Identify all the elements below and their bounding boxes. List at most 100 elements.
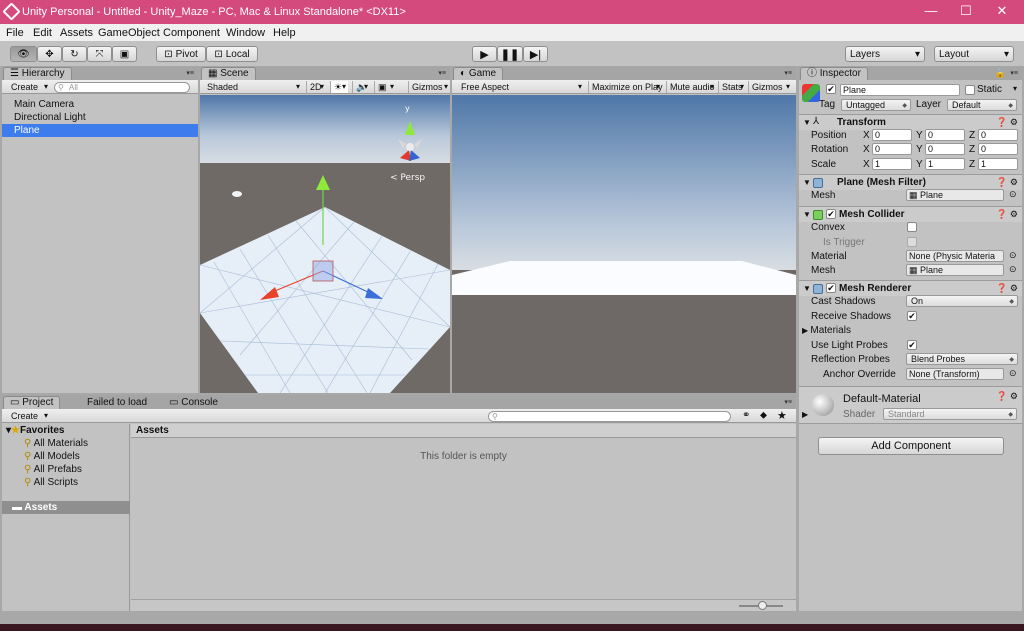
stats-toggle[interactable]: Stats: [718, 81, 746, 93]
scale-z-field[interactable]: 1: [978, 158, 1018, 170]
panel-menu-icon[interactable]: ▾≡: [782, 69, 792, 77]
cast-shadows-dropdown[interactable]: On: [906, 295, 1018, 307]
favorite-star-icon[interactable]: ★: [777, 409, 787, 422]
menu-edit[interactable]: Edit: [33, 27, 52, 39]
reflection-probes-dropdown[interactable]: Blend Probes: [906, 353, 1018, 365]
panel-menu-icon[interactable]: ▾≡: [184, 69, 194, 77]
maximize-on-play-toggle[interactable]: Maximize on Play: [588, 81, 663, 93]
chevron-right-icon[interactable]: ▶: [802, 410, 808, 419]
favorites-folder[interactable]: ▾★Favorites: [2, 424, 64, 437]
object-picker-icon[interactable]: ⊙: [1009, 189, 1017, 200]
favorite-all-prefabs[interactable]: ⚲ All Prefabs: [2, 463, 82, 476]
menu-assets[interactable]: Assets: [60, 27, 93, 39]
rotation-y-field[interactable]: 0: [925, 143, 965, 155]
scale-y-field[interactable]: 1: [925, 158, 965, 170]
static-dropdown-icon[interactable]: ▾: [1013, 84, 1017, 93]
create-dropdown[interactable]: Create: [8, 81, 50, 93]
scale-tool-button[interactable]: ⤧: [87, 46, 112, 62]
object-picker-icon[interactable]: ⊙: [1009, 264, 1017, 275]
transform-header[interactable]: ▼ ⅄ Transform ❓ ⚙: [799, 114, 1022, 130]
tab-failed-to-load[interactable]: Failed to load: [80, 396, 154, 409]
panel-menu-icon[interactable]: ▾≡: [1008, 69, 1018, 77]
tab-inspector[interactable]: ⓘ Inspector: [800, 67, 868, 80]
rect-tool-button[interactable]: ▣: [112, 46, 137, 62]
mesh-filter-mesh-field[interactable]: ▦ Plane: [906, 189, 1004, 201]
filter-type-icon[interactable]: ⚭: [742, 410, 750, 421]
collider-material-field[interactable]: None (Physic Materia: [906, 250, 1004, 262]
aspect-dropdown[interactable]: Free Aspect: [458, 81, 584, 93]
project-create-dropdown[interactable]: Create: [8, 410, 50, 422]
2d-toggle[interactable]: 2D: [306, 81, 326, 93]
receive-shadows-checkbox[interactable]: ✔: [907, 311, 917, 321]
light-probes-checkbox[interactable]: ✔: [907, 340, 917, 350]
hierarchy-item-directional-light[interactable]: Directional Light: [2, 111, 198, 124]
collider-mesh-field[interactable]: ▦ Plane: [906, 264, 1004, 276]
mesh-collider-header[interactable]: ▼ ✔ Mesh Collider ❓ ⚙: [799, 206, 1022, 222]
scale-x-field[interactable]: 1: [872, 158, 912, 170]
object-name-field[interactable]: Plane: [840, 84, 960, 96]
move-tool-button[interactable]: ✥: [37, 46, 62, 62]
rotation-z-field[interactable]: 0: [978, 143, 1018, 155]
maximize-button[interactable]: ☐: [951, 2, 981, 20]
menu-window[interactable]: Window: [226, 27, 265, 39]
hierarchy-search-input[interactable]: ⚲ All: [54, 82, 190, 93]
hand-tool-button[interactable]: 👁: [10, 46, 37, 62]
material-section[interactable]: ▶ Default-Material Shader Standard ❓ ⚙: [799, 386, 1022, 424]
convex-checkbox[interactable]: [907, 222, 917, 232]
object-picker-icon[interactable]: ⊙: [1009, 250, 1017, 261]
tab-game[interactable]: ◐ Game: [453, 67, 504, 80]
hierarchy-item-plane[interactable]: Plane: [2, 124, 198, 137]
layout-dropdown[interactable]: Layout ▾: [934, 46, 1014, 62]
close-button[interactable]: ✕: [987, 2, 1017, 20]
scene-viewport[interactable]: y < Persp: [200, 95, 450, 393]
component-settings-icons[interactable]: ❓ ⚙: [996, 209, 1018, 220]
tab-console[interactable]: ▭ Console: [162, 396, 225, 409]
object-picker-icon[interactable]: ⊙: [1009, 368, 1017, 379]
static-checkbox[interactable]: [965, 85, 975, 95]
menu-component[interactable]: Component: [163, 27, 220, 39]
shader-dropdown[interactable]: Standard: [883, 408, 1017, 420]
game-viewport[interactable]: [452, 95, 796, 393]
tag-dropdown[interactable]: Untagged: [841, 99, 911, 111]
rotate-tool-button[interactable]: ↻: [62, 46, 87, 62]
component-settings-icons[interactable]: ❓ ⚙: [996, 391, 1018, 402]
mesh-renderer-header[interactable]: ▼ ✔ Mesh Renderer ❓ ⚙: [799, 280, 1022, 296]
component-settings-icons[interactable]: ❓ ⚙: [996, 117, 1018, 128]
rotation-x-field[interactable]: 0: [872, 143, 912, 155]
pivot-toggle[interactable]: ⊡ Pivot: [156, 46, 206, 62]
mesh-filter-header[interactable]: ▼ Plane (Mesh Filter) ❓ ⚙: [799, 174, 1022, 190]
favorite-all-models[interactable]: ⚲ All Models: [2, 450, 80, 463]
local-toggle[interactable]: ⊡ Local: [206, 46, 258, 62]
pause-button[interactable]: ❚❚: [497, 46, 523, 62]
tab-hierarchy[interactable]: ☰ Hierarchy: [3, 67, 72, 80]
step-button[interactable]: ▶|: [523, 46, 548, 62]
component-settings-icons[interactable]: ❓ ⚙: [996, 283, 1018, 294]
panel-menu-icon[interactable]: ▾≡: [436, 69, 446, 77]
panel-menu-icon[interactable]: ▾≡: [782, 398, 792, 406]
favorite-all-materials[interactable]: ⚲ All Materials: [2, 437, 88, 450]
menu-help[interactable]: Help: [273, 27, 296, 39]
play-button[interactable]: ▶: [472, 46, 497, 62]
effects-dropdown[interactable]: ▣: [374, 81, 396, 93]
filter-label-icon[interactable]: ⬥: [760, 410, 767, 421]
audio-toggle[interactable]: 🔈: [352, 81, 370, 93]
menu-file[interactable]: File: [6, 27, 24, 39]
assets-folder[interactable]: ▬ Assets: [2, 501, 130, 514]
anchor-override-field[interactable]: None (Transform): [906, 368, 1004, 380]
mesh-collider-enabled-checkbox[interactable]: ✔: [826, 209, 836, 219]
tab-scene[interactable]: ▦ Scene: [201, 67, 256, 80]
menu-gameobject[interactable]: GameObject: [98, 27, 160, 39]
icon-size-slider-thumb[interactable]: [758, 601, 767, 610]
materials-foldout[interactable]: ▶ Materials: [802, 325, 851, 336]
mute-audio-toggle[interactable]: Mute audio: [666, 81, 716, 93]
active-checkbox[interactable]: ✔: [826, 84, 836, 94]
mesh-renderer-enabled-checkbox[interactable]: ✔: [826, 283, 836, 293]
component-settings-icons[interactable]: ❓ ⚙: [996, 177, 1018, 188]
position-z-field[interactable]: 0: [978, 129, 1018, 141]
add-component-button[interactable]: Add Component: [818, 437, 1004, 455]
favorite-all-scripts[interactable]: ⚲ All Scripts: [2, 476, 78, 489]
lighting-toggle[interactable]: ☀: [330, 81, 348, 93]
project-search-input[interactable]: ⚲: [488, 411, 731, 422]
scene-gizmos-dropdown[interactable]: Gizmos: [408, 81, 450, 93]
shading-dropdown[interactable]: Shaded: [204, 81, 302, 93]
